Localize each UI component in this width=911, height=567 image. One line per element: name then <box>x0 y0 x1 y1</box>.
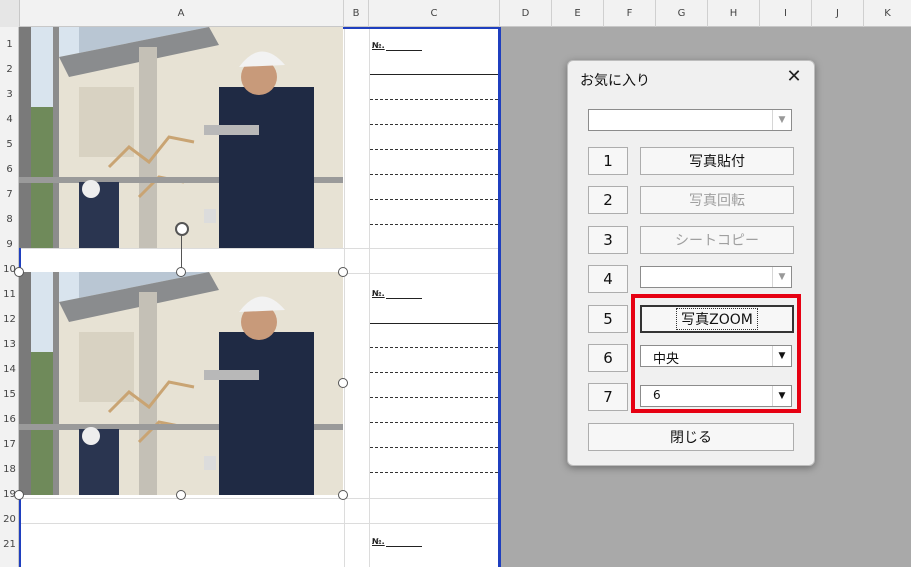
row-header-12[interactable]: 12 <box>0 307 19 332</box>
dialog-title: お気に入り <box>580 73 650 89</box>
favorites-combo[interactable]: ▼ <box>588 109 792 131</box>
option-combo-4[interactable]: ▼ <box>640 266 792 288</box>
resize-handle-se-icon[interactable] <box>338 490 348 500</box>
resize-handle-sw-icon[interactable] <box>14 490 24 500</box>
chevron-down-icon[interactable]: ▼ <box>772 267 791 287</box>
row-header-13[interactable]: 13 <box>0 332 19 357</box>
page-break-right <box>498 27 501 567</box>
row-header-21[interactable]: 21 <box>0 532 19 557</box>
resize-handle-s-icon[interactable] <box>176 490 186 500</box>
number-button-2[interactable]: 2 <box>588 186 628 214</box>
column-header-a[interactable]: A <box>19 0 344 27</box>
number-label: №. <box>372 41 385 50</box>
number-button-3[interactable]: 3 <box>588 226 628 254</box>
column-header-f[interactable]: F <box>604 0 656 27</box>
highlight-box <box>631 294 801 413</box>
row-header-11[interactable]: 11 <box>0 282 19 307</box>
row-header-5[interactable]: 5 <box>0 132 19 157</box>
column-header-g[interactable]: G <box>656 0 708 27</box>
number-label: №. <box>372 537 385 546</box>
rotate-handle-icon[interactable] <box>175 222 189 236</box>
row-header-6[interactable]: 6 <box>0 157 19 182</box>
row-header-18[interactable]: 18 <box>0 457 19 482</box>
column-header-e[interactable]: E <box>552 0 604 27</box>
row-header-14[interactable]: 14 <box>0 357 19 382</box>
close-button[interactable]: 閉じる <box>588 423 794 451</box>
column-header-h[interactable]: H <box>708 0 760 27</box>
column-header: A B C D E F G H I J K <box>0 0 911 27</box>
number-button-1[interactable]: 1 <box>588 147 628 175</box>
resize-handle-nw-icon[interactable] <box>14 267 24 277</box>
row-header-4[interactable]: 4 <box>0 107 19 132</box>
number-button-4[interactable]: 4 <box>588 265 628 293</box>
row-header-3[interactable]: 3 <box>0 82 19 107</box>
number-button-6[interactable]: 6 <box>588 344 628 372</box>
photo-2[interactable] <box>19 272 343 495</box>
column-header-d[interactable]: D <box>500 0 552 27</box>
paste-photo-button[interactable]: 写真貼付 <box>640 147 794 175</box>
rotate-photo-button[interactable]: 写真回転 <box>640 186 794 214</box>
column-header-c[interactable]: C <box>369 0 500 27</box>
number-label: №. <box>372 289 385 298</box>
row-header: 1 2 3 4 5 6 7 8 9 10 11 12 13 14 15 16 1… <box>0 27 19 567</box>
close-icon[interactable]: ✕ <box>784 67 804 87</box>
resize-handle-n-icon[interactable] <box>176 267 186 277</box>
column-header-j[interactable]: J <box>812 0 864 27</box>
number-button-7[interactable]: 7 <box>588 383 628 411</box>
number-button-5[interactable]: 5 <box>588 305 628 333</box>
resize-handle-e-icon[interactable] <box>338 378 348 388</box>
photo-1[interactable] <box>19 27 343 248</box>
row-header-7[interactable]: 7 <box>0 182 19 207</box>
column-header-i[interactable]: I <box>760 0 812 27</box>
chevron-down-icon[interactable]: ▼ <box>772 110 791 130</box>
column-header-k[interactable]: K <box>864 0 911 27</box>
row-header-16[interactable]: 16 <box>0 407 19 432</box>
row-header-8[interactable]: 8 <box>0 207 19 232</box>
select-all-corner[interactable] <box>0 0 20 27</box>
row-header-9[interactable]: 9 <box>0 232 19 257</box>
row-header-2[interactable]: 2 <box>0 57 19 82</box>
row-header-15[interactable]: 15 <box>0 382 19 407</box>
row-header-1[interactable]: 1 <box>0 32 19 57</box>
resize-handle-ne-icon[interactable] <box>338 267 348 277</box>
column-header-b[interactable]: B <box>344 0 369 27</box>
row-header-20[interactable]: 20 <box>0 507 19 532</box>
copy-sheet-button[interactable]: シートコピー <box>640 226 794 254</box>
row-header-17[interactable]: 17 <box>0 432 19 457</box>
